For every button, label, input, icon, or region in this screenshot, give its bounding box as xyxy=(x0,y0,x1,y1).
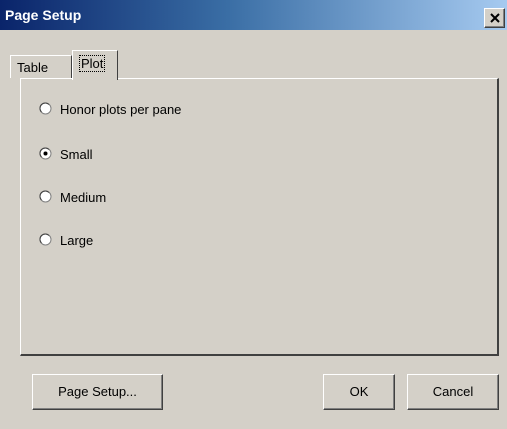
radio-label: Small xyxy=(60,147,93,162)
radio-unchecked-icon xyxy=(39,102,52,115)
plot-tab-panel: Honor plots per pane Small Medium Large xyxy=(20,78,499,356)
radio-label: Medium xyxy=(60,190,107,205)
title-bar: Page Setup xyxy=(0,0,507,30)
radio-label: Large xyxy=(60,233,94,248)
tab-table[interactable]: Table xyxy=(10,55,72,78)
cancel-button[interactable]: Cancel xyxy=(407,374,499,410)
radio-unchecked-icon xyxy=(39,190,52,203)
close-button[interactable] xyxy=(484,8,505,28)
tab-table-label: Table xyxy=(17,60,49,75)
ok-button[interactable]: OK xyxy=(323,374,395,410)
radio-checked-icon xyxy=(39,147,52,160)
tab-plot-label: Plot xyxy=(78,55,106,72)
radio-label: Honor plots per pane xyxy=(60,102,182,117)
window-title: Page Setup xyxy=(5,7,82,23)
page-setup-dialog: Page Setup Table Plot Honor plots per pa… xyxy=(0,0,507,429)
page-setup-button[interactable]: Page Setup... xyxy=(32,374,163,410)
close-icon xyxy=(490,13,500,23)
radio-unchecked-icon xyxy=(39,233,52,246)
tab-plot[interactable]: Plot xyxy=(72,50,118,80)
